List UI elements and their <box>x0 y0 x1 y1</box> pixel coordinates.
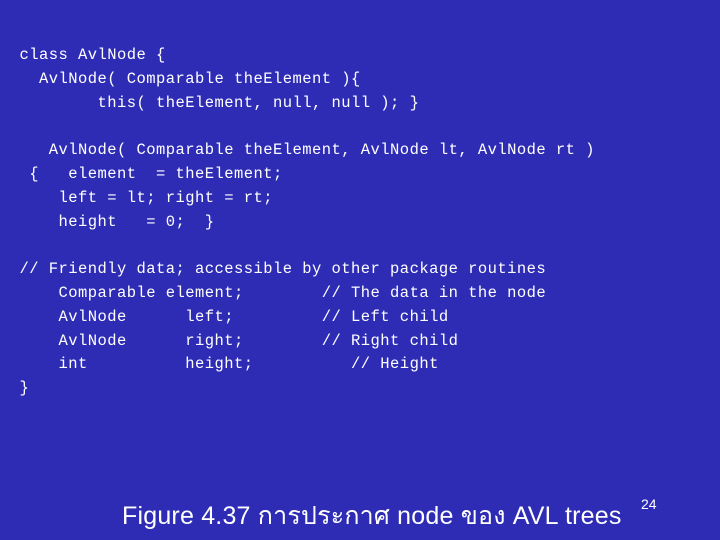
code-line: class AvlNode { <box>0 46 166 64</box>
code-line: { element = theElement; <box>0 164 283 183</box>
code-line: left = lt; right = rt; <box>0 188 274 207</box>
slide-canvas: class AvlNode { AvlNode( Comparable theE… <box>0 0 720 540</box>
code-line: AvlNode left; // Left child <box>0 307 449 326</box>
page-number: 24 <box>641 496 657 512</box>
figure-caption: Figure 4.37 การประกาศ node ของ AVL trees <box>122 502 622 530</box>
code-line: height = 0; } <box>0 212 215 231</box>
code-line: AvlNode right; // Right child <box>0 331 459 350</box>
caption-row: Figure 4.37 การประกาศ node ของ AVL trees… <box>0 496 720 536</box>
code-line: int height; // Height <box>0 355 439 374</box>
code-line: // Friendly data; accessible by other pa… <box>0 260 547 279</box>
code-listing: class AvlNode { AvlNode( Comparable theE… <box>0 44 720 401</box>
code-line: AvlNode( Comparable theElement, AvlNode … <box>0 141 595 160</box>
code-line: Comparable element; // The data in the n… <box>0 283 547 302</box>
code-line: this( theElement, null, null ); } <box>0 93 420 112</box>
code-line: AvlNode( Comparable theElement ){ <box>0 69 361 88</box>
code-line: } <box>0 379 30 398</box>
